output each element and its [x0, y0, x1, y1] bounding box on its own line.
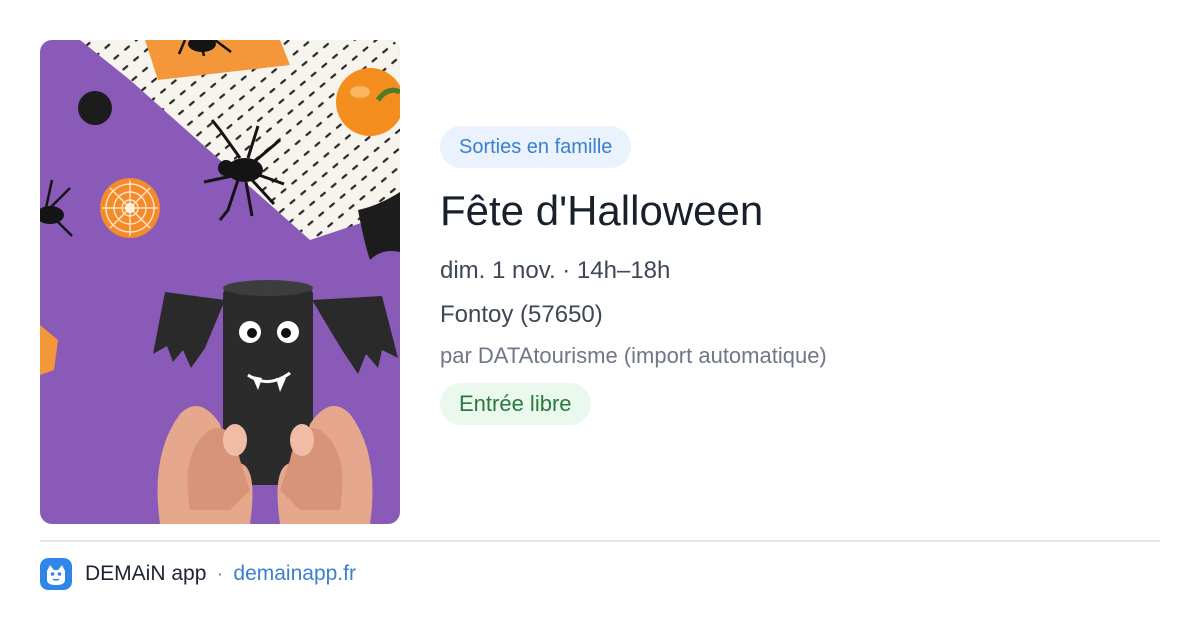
event-image[interactable] — [40, 40, 400, 524]
event-location: Fontoy (57650) — [440, 301, 603, 328]
event-datetime: dim. 1 nov. · 14h–18h — [440, 257, 671, 284]
app-name: DEMAiN app — [85, 562, 207, 585]
app-url-link[interactable]: demainapp.fr — [233, 562, 356, 586]
price-badge: Entrée libre — [440, 383, 591, 425]
divider — [40, 540, 1160, 542]
demain-app-logo-icon[interactable] — [40, 558, 72, 590]
category-badge[interactable]: Sorties en famille — [440, 126, 632, 168]
event-source: par DATAtourisme (import automatique) — [440, 343, 827, 368]
footer: DEMAiN app · demainapp.fr — [40, 558, 356, 590]
event-title: Fête d'Halloween — [440, 187, 764, 234]
event-details: Sorties en famille Fête d'Halloween dim.… — [440, 126, 1160, 425]
footer-separator: · — [216, 562, 224, 585]
